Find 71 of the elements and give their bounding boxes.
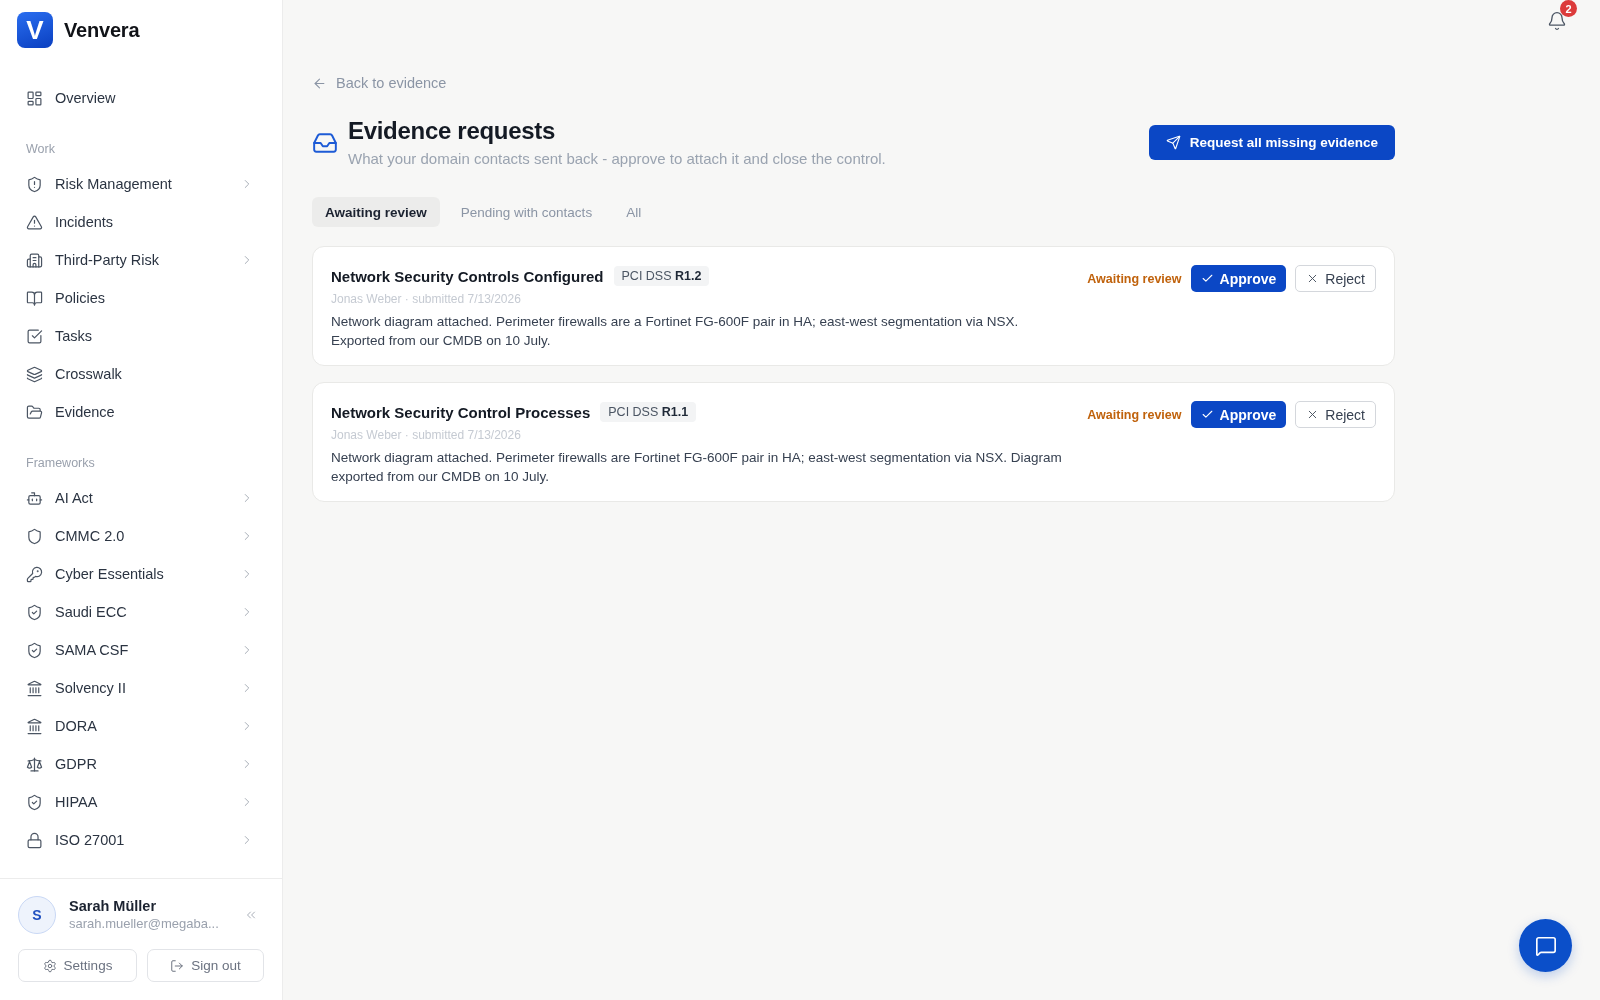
scales-icon <box>26 755 43 773</box>
logo-mark: V <box>17 12 53 48</box>
reject-button[interactable]: Reject <box>1295 265 1376 292</box>
check-icon <box>1200 408 1214 421</box>
chat-button[interactable] <box>1519 919 1572 972</box>
check-icon <box>1200 272 1214 285</box>
book-icon <box>26 289 43 307</box>
nav-item[interactable]: Risk Management <box>12 165 270 203</box>
user-email: sarah.mueller@megaba... <box>69 915 220 933</box>
reject-button[interactable]: Reject <box>1295 401 1376 428</box>
section-heading: Work <box>25 141 56 157</box>
request-title: Network Security Control Processes <box>331 403 591 421</box>
nav-item[interactable]: Solvency II <box>12 669 270 707</box>
bell-icon[interactable] <box>1547 11 1567 31</box>
user-name: Sarah Müller <box>69 897 158 915</box>
robot-icon <box>26 489 43 507</box>
nav-item[interactable]: GDPR <box>12 745 270 783</box>
page-subtitle: What your domain contacts sent back - approve to attach it and close the control. <box>348 149 886 169</box>
page-title: Evidence requests <box>348 116 556 146</box>
request-meta: Jonas Weber · submitted 7/13/2026 <box>331 291 522 307</box>
shield-check-icon <box>26 793 43 811</box>
layers-icon <box>26 365 43 383</box>
nav-item[interactable]: SAMA CSF <box>12 631 270 669</box>
nav-item[interactable]: ISO 27001 <box>12 821 270 859</box>
section-heading: Frameworks <box>25 455 96 471</box>
settings-icon <box>42 958 57 973</box>
pillared-building-icon <box>26 679 43 697</box>
user-avatar: S <box>18 896 56 934</box>
nav-item[interactable]: Overview <box>12 79 270 117</box>
nav-item[interactable]: Saudi ECC <box>12 593 270 631</box>
paper-plane-icon <box>1165 135 1181 150</box>
warning-icon <box>26 213 43 231</box>
request-evidence-button[interactable]: Request all missing evidence <box>1148 125 1395 160</box>
nav-item[interactable]: Cyber Essentials <box>12 555 270 593</box>
nav-item[interactable]: CMMC 2.0 <box>12 517 270 555</box>
shield-check-icon <box>26 603 43 621</box>
key-icon <box>26 565 43 583</box>
status-label: Awaiting review <box>1087 271 1182 286</box>
nav-item[interactable]: Third-Party Risk <box>12 241 270 279</box>
pillared-building-icon <box>26 717 43 735</box>
sign-out-button[interactable]: Sign out <box>147 949 264 982</box>
shield-check-icon <box>26 641 43 659</box>
grid-icon <box>26 89 43 107</box>
nav-item[interactable]: Evidence <box>12 393 270 431</box>
checkbox-icon <box>26 327 43 345</box>
brand-name: Venvera <box>64 18 140 42</box>
speech-bubble-icon <box>1534 934 1557 957</box>
framework-tag: PCI DSS R1.1 <box>600 402 697 422</box>
framework-tag: PCI DSS R1.2 <box>613 266 710 286</box>
building-icon <box>26 251 43 269</box>
shield-alert-icon <box>26 175 43 193</box>
nav-item[interactable]: Tasks <box>12 317 270 355</box>
nav-item[interactable]: AI Act <box>12 479 270 517</box>
request-meta: Jonas Weber · submitted 7/13/2026 <box>331 427 522 443</box>
settings-button[interactable]: Settings <box>18 949 137 982</box>
shield-icon <box>26 527 43 545</box>
request-description: Network diagram attached. Perimeter firewalls are Fortinet FG-600F pair in HA; east-west segmentation via NSX. Diagram exported from our CMDB on 10 July. <box>331 449 1063 486</box>
approve-button[interactable]: Approve <box>1190 265 1287 292</box>
nav-item[interactable]: Crosswalk <box>12 355 270 393</box>
nav-item[interactable]: HIPAA <box>12 783 270 821</box>
nav-item[interactable]: Policies <box>12 279 270 317</box>
nav-item[interactable]: Incidents <box>12 203 270 241</box>
nav-item[interactable]: DORA <box>12 707 270 745</box>
request-description: Network diagram attached. Perimeter firewalls are a Fortinet FG-600F pair in HA; east-west segmentation via NSX. Exported from our CMDB on 10 July. <box>331 313 1020 350</box>
folder-icon <box>26 403 43 421</box>
approve-button[interactable]: Approve <box>1190 401 1287 428</box>
status-label: Awaiting review <box>1087 407 1182 422</box>
request-title: Network Security Controls Configured <box>331 267 604 285</box>
notification-badge: 2 <box>1560 0 1577 17</box>
lock-icon <box>26 831 43 849</box>
tab[interactable]: Awaiting review <box>312 197 440 227</box>
